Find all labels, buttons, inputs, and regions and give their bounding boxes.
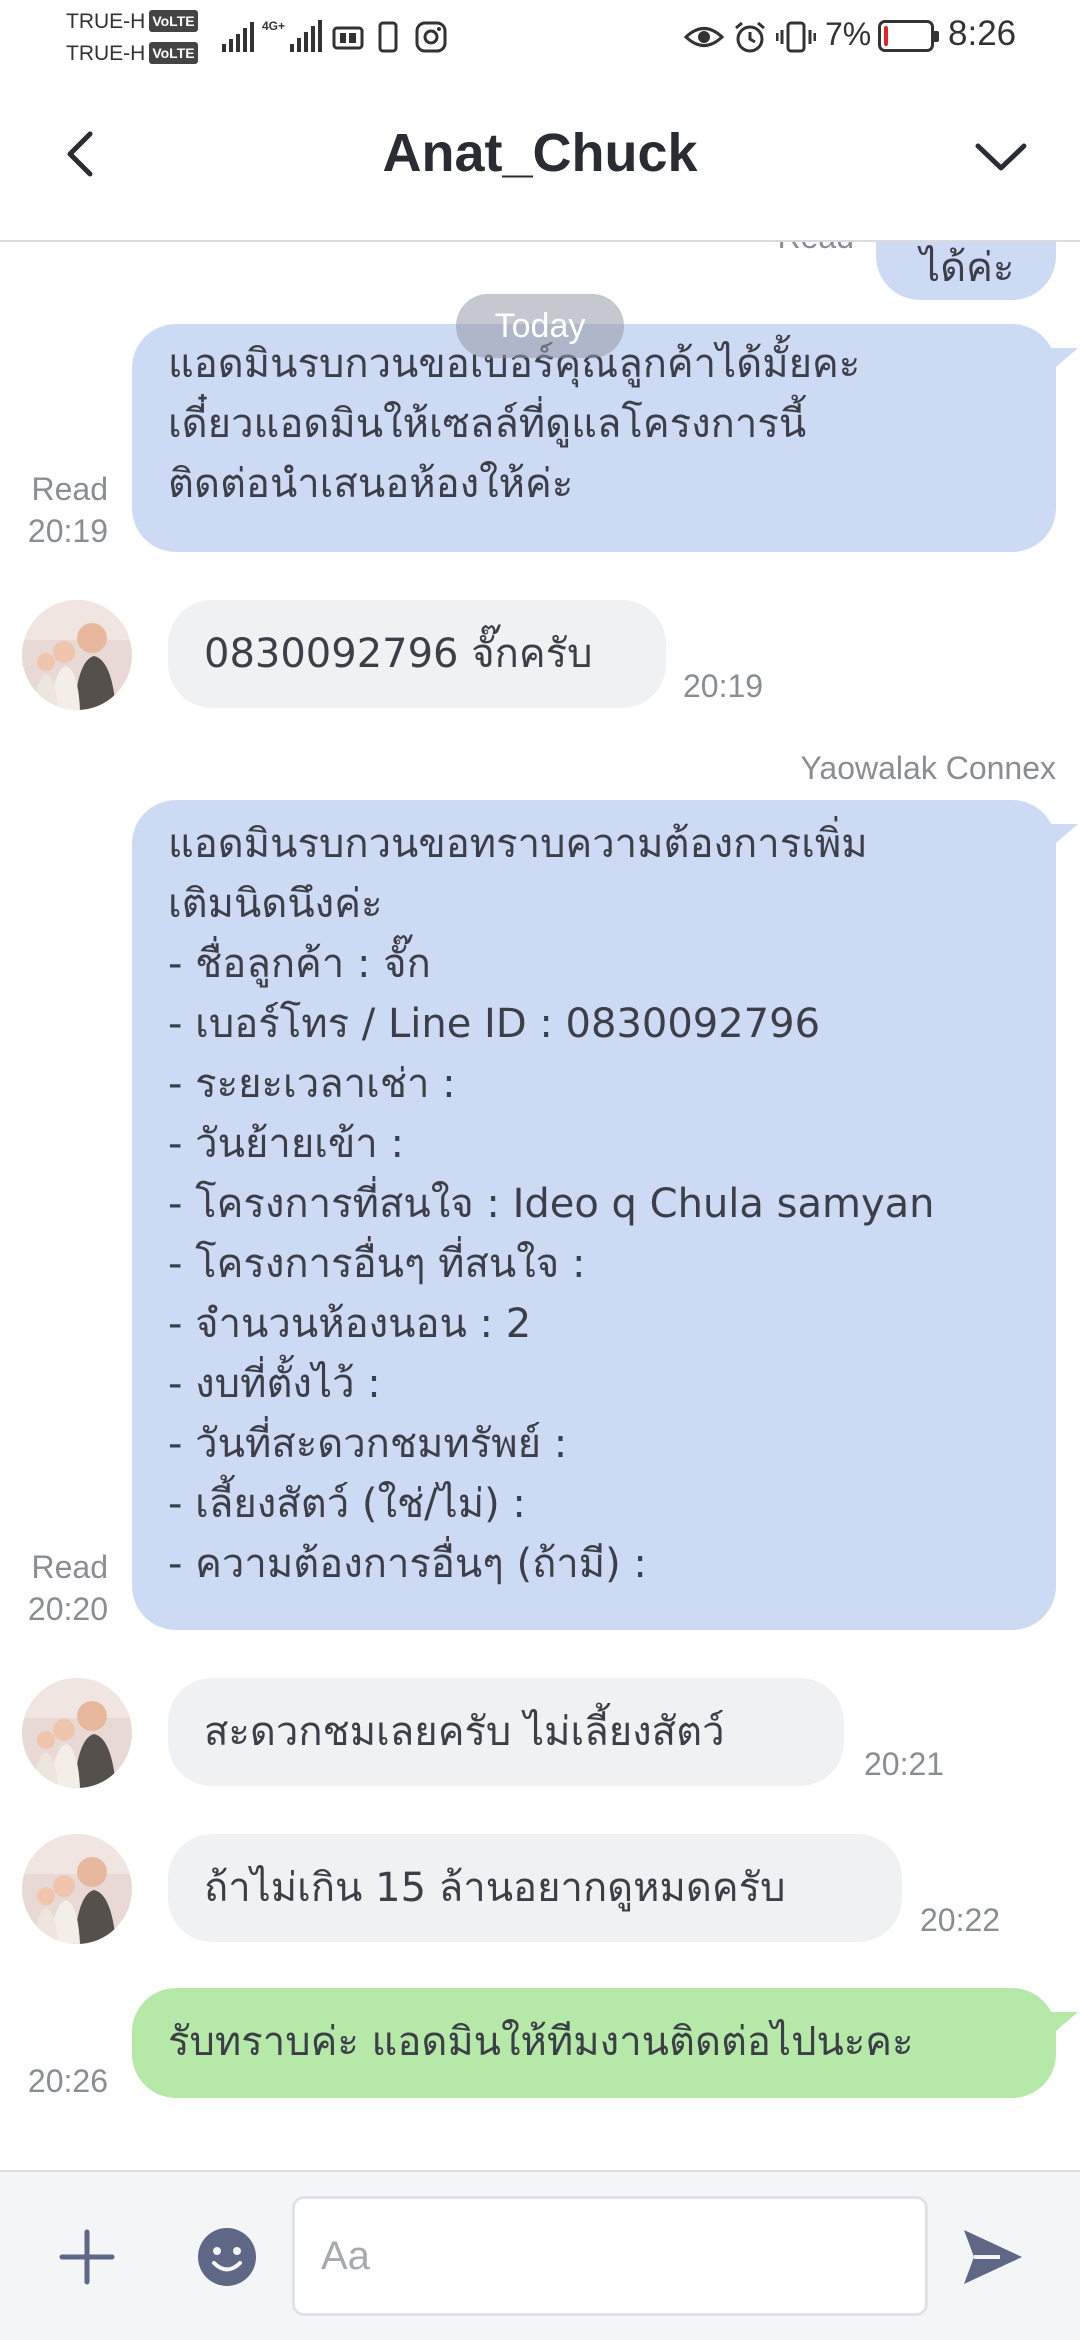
message-time: 20:19 [683,668,764,704]
message-time: 20:21 [864,1746,945,1782]
vibrate-icon [776,21,816,53]
message-bubble-outgoing[interactable]: แอดมินรบกวนขอทราบความต้องการเพิ่ม เติมนิ… [132,800,1056,1630]
message-text: รับทราบค่ะ แอดมินให้ทีมงานติดต่อไปนะคะ [168,2019,914,2065]
status-bar: TRUE-H VoLTE TRUE-H VoLTE 4G+ 7% 8:26 [0,0,1080,76]
send-icon[interactable] [960,2224,1026,2290]
message-text-line: - วันย้ายเข้า : [168,1121,404,1167]
sender-name: Yaowalak Connex [800,750,1056,786]
alarm-icon [735,21,765,53]
message-text-line: แอดมินรบกวนขอทราบความต้องการเพิ่ม [168,821,868,867]
avatar[interactable] [22,1834,132,1944]
message-text-line: - วันที่สะดวกชมทรัพย์ : [168,1421,568,1467]
emoji-icon[interactable] [196,2226,258,2288]
avatar[interactable] [22,1678,132,1788]
message-text-line: เดี๋ยวแอดมินให้เซลล์ที่ดูแลโครงการนี้ [168,401,807,447]
read-status: Read [31,471,109,507]
volte-badge: VoLTE [149,42,198,64]
instagram-icon [415,21,447,53]
message-text: สะดวกชมเลยครับ ไม่เลี้ยงสัตว์ [204,1709,725,1755]
message-text: ได้ค่ะ [920,245,1015,291]
battery-level [884,26,888,46]
message-text-line: - โครงการอื่นๆ ที่สนใจ : [168,1241,586,1287]
signal-4g-icon: 4G+ [262,19,322,52]
carrier-label-1: TRUE-H VoLTE [66,10,198,33]
message-meta: Read 20:19 [10,468,108,552]
message-text: 0830092796 จั๊กครับ [204,631,593,677]
message-text-line: - ระยะเวลาเช่า : [168,1061,456,1107]
phone-icon [378,21,398,53]
message-text-line: เติมนิดนึงค่ะ [168,881,383,927]
data-icon [332,26,364,50]
signal-icon [222,22,254,52]
chat-header: Anat_Chuck [0,76,1080,242]
chevron-down-icon[interactable] [966,126,1036,186]
message-list[interactable]: Read ได้ค่ะ แอดมินรบกวนขอเบอร์คุณลูกค้าไ… [0,242,1080,2170]
message-time: 20:22 [920,1902,1001,1938]
volte-badge: VoLTE [149,10,198,32]
message-bubble-outgoing[interactable]: รับทราบค่ะ แอดมินให้ทีมงานติดต่อไปนะคะ [132,1988,1056,2098]
bubble-tail [1050,2012,1078,2036]
read-status: Read [770,242,855,258]
message-bubble-incoming[interactable]: ถ้าไม่เกิน 15 ล้านอยากดูหมดครับ [168,1834,902,1942]
message-bubble-outgoing[interactable]: ได้ค่ะ [876,242,1056,300]
message-input[interactable] [292,2196,928,2316]
message-text: ถ้าไม่เกิน 15 ล้านอยากดูหมดครับ [204,1865,786,1911]
plus-icon[interactable] [56,2226,118,2288]
message-text-line: ติดต่อนำเสนอห้องให้ค่ะ [168,461,574,507]
battery-percent: 7% [825,16,872,52]
bubble-tail [1050,824,1078,848]
chat-title[interactable]: Anat_Chuck [0,122,1080,184]
message-bubble-incoming[interactable]: สะดวกชมเลยครับ ไม่เลี้ยงสัตว์ [168,1678,844,1786]
status-time: 8:26 [948,14,1017,53]
message-meta: Read 20:20 [10,1546,108,1630]
message-text-line: - เลี้ยงสัตว์ (ใช่/ไม่) : [168,1481,526,1527]
svg-text:4G+: 4G+ [262,19,285,33]
message-time: 20:19 [27,513,108,549]
read-status: Read [31,1549,109,1585]
message-bubble-outgoing[interactable]: แอดมินรบกวนขอเบอร์คุณลูกค้าได้มั้ยคะ เดี… [132,324,1056,552]
message-text-line: - ชื่อลูกค้า : จั๊ก [168,941,431,987]
date-divider: Today [456,294,624,358]
message-time: 20:20 [27,1591,108,1627]
eye-icon [684,27,724,47]
message-text-line: - เบอร์โทร / Line ID : 0830092796 [168,1001,821,1047]
bubble-tail [1050,348,1078,372]
message-time: 20:26 [27,2063,108,2099]
message-text-line: - โครงการที่สนใจ : Ideo q Chula samyan [168,1181,935,1227]
battery-icon [878,20,939,52]
avatar[interactable] [22,600,132,710]
message-bubble-incoming[interactable]: 0830092796 จั๊กครับ [168,600,666,708]
message-text-line: - ความต้องการอื่นๆ (ถ้ามี) : [168,1541,647,1587]
composer-bar [0,2170,1080,2340]
message-text-line: - จำนวนห้องนอน : 2 [168,1301,532,1347]
carrier-label-2: TRUE-H VoLTE [66,42,198,65]
message-text-line: - งบที่ตั้งไว้ : [168,1361,381,1407]
